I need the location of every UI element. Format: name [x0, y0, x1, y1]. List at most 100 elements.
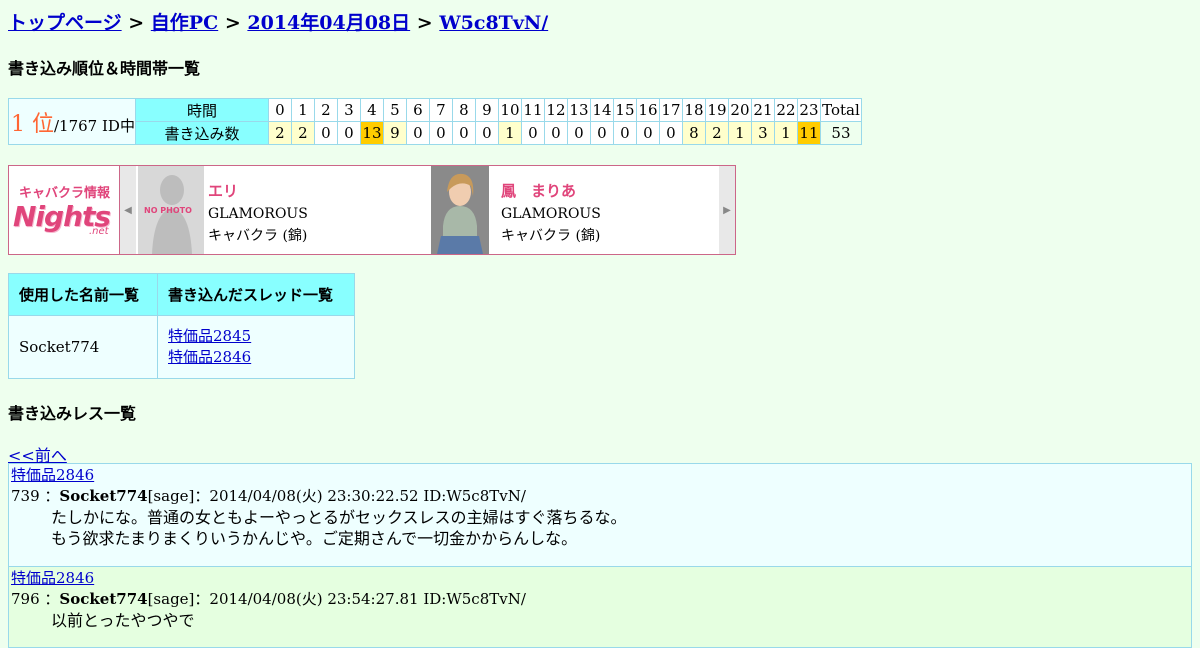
hour-cell: 8: [451, 98, 476, 122]
count-cell: 0: [589, 121, 614, 145]
hour-cell: 17: [658, 98, 683, 122]
count-cell: 1: [773, 121, 798, 145]
profile-photo-image: [431, 166, 489, 254]
ad-card-shop: GLAMOROUS: [208, 206, 308, 222]
count-cell: 0: [428, 121, 453, 145]
count-cell: 2: [267, 121, 292, 145]
breadcrumb-separator: >: [224, 12, 241, 34]
ad-card-shop: GLAMOROUS: [501, 206, 601, 222]
count-cell: 2: [704, 121, 729, 145]
ad-card-kind: キャバクラ (錦): [501, 228, 601, 244]
hour-cell: 23: [796, 98, 821, 122]
count-cell: 0: [520, 121, 545, 145]
post-line: たしかにな。普通の女ともよーやっとるがセックスレスの主婦はすぐ落ちるな。: [51, 508, 627, 527]
thread-link[interactable]: 特価品2845: [168, 327, 251, 345]
post-meta: [sage]：2014/04/08(火) 23:30:22.52 ID:W5c8…: [147, 487, 526, 505]
time-row-label: 時間: [134, 98, 269, 122]
post: 特価品2846 796 ：Socket774[sage]：2014/04/08(…: [8, 566, 1192, 648]
breadcrumb-top-link[interactable]: トップページ: [8, 12, 122, 34]
rank-number: 1 位: [11, 111, 54, 137]
hour-cell: 4: [359, 98, 384, 122]
used-name: Socket774: [8, 315, 158, 379]
logo-line3: .net: [89, 226, 109, 237]
count-cell: 9: [382, 121, 407, 145]
hour-cell: 0: [267, 98, 292, 122]
post-number: 739: [11, 487, 40, 505]
rank-total: /1767 ID中: [54, 116, 135, 135]
ad-card-name: エリ: [208, 182, 239, 200]
no-photo-label: NO PHOTO: [144, 206, 192, 215]
carousel-next-arrow[interactable]: ▶: [719, 166, 735, 254]
breadcrumb: トップページ > 自作PC > 2014年04月08日 > W5c8TvN/: [8, 8, 548, 35]
ad-banner[interactable]: キャバクラ情報 Nights .net ◀ NO PHOTO エリ GLAMOR…: [8, 165, 736, 255]
count-cell: 0: [543, 121, 568, 145]
count-cell: 8: [681, 121, 706, 145]
count-cell: 0: [635, 121, 660, 145]
count-row-label: 書き込み数: [134, 121, 269, 145]
hour-cell: 9: [474, 98, 499, 122]
count-cell: 0: [658, 121, 683, 145]
hour-cell: 21: [750, 98, 775, 122]
hour-cell: 13: [566, 98, 591, 122]
count-cell: 1: [727, 121, 752, 145]
post-thread-link[interactable]: 特価品2846: [11, 569, 94, 587]
hour-cell: 12: [543, 98, 568, 122]
ad-card-2[interactable]: 鳳 まりあ GLAMOROUS キャバクラ (錦): [431, 166, 717, 254]
post-number: 796: [11, 590, 40, 608]
thread-links: 特価品2845 特価品2846: [157, 315, 355, 379]
hour-cell: 10: [497, 98, 522, 122]
count-cell: 0: [612, 121, 637, 145]
breadcrumb-board-link[interactable]: 自作PC: [151, 12, 218, 34]
post-line: 以前とったやつやで: [51, 611, 195, 630]
rank-cell: 1 位/1767 ID中: [8, 98, 136, 145]
hour-cell: 18: [681, 98, 706, 122]
thread-link[interactable]: 特価品2846: [168, 348, 251, 366]
post: 特価品2846 739 ：Socket774[sage]：2014/04/08(…: [8, 463, 1192, 567]
count-cell: 11: [796, 121, 821, 145]
count-cell: 13: [359, 121, 384, 145]
hour-cell: 5: [382, 98, 407, 122]
breadcrumb-separator: >: [128, 12, 145, 34]
profile-photo: [431, 166, 497, 254]
post-author: Socket774: [59, 487, 148, 505]
post-body: 以前とったやつやで: [9, 610, 1191, 631]
responses-section-title: 書き込みレス一覧: [8, 404, 137, 423]
ad-card-1[interactable]: NO PHOTO エリ GLAMOROUS キャバクラ (錦): [138, 166, 430, 254]
post-body: たしかにな。普通の女ともよーやっとるがセックスレスの主婦はすぐ落ちるな。 もう欲…: [9, 507, 1191, 549]
count-cell: 0: [405, 121, 430, 145]
nights-logo[interactable]: キャバクラ情報 Nights .net: [9, 166, 120, 254]
hour-cell: 11: [520, 98, 545, 122]
post-thread-link[interactable]: 特価品2846: [11, 466, 94, 484]
carousel-prev-arrow[interactable]: ◀: [120, 166, 136, 254]
hourly-post-table: 1 位/1767 ID中 時間 0 1 2 3 4 5 6 7 8 9 10 1…: [8, 98, 862, 145]
count-cell: 2: [290, 121, 315, 145]
names-threads-table: 使用した名前一覧 書き込んだスレッド一覧 Socket774 特価品2845 特…: [8, 273, 355, 379]
total-count: 53: [819, 121, 862, 145]
hour-cell: 7: [428, 98, 453, 122]
post-line: もう欲求たまりまくりいうかんじや。ご定期さんで一切金かからんしな。: [51, 529, 578, 548]
hour-cell: 22: [773, 98, 798, 122]
hour-cell: 15: [612, 98, 637, 122]
breadcrumb-date-link[interactable]: 2014年04月08日: [247, 12, 410, 34]
breadcrumb-separator: >: [416, 12, 433, 34]
ranking-section-title: 書き込み順位＆時間帯一覧: [8, 59, 201, 78]
ad-card-kind: キャバクラ (錦): [208, 228, 308, 244]
count-cell: 0: [566, 121, 591, 145]
hour-cell: 19: [704, 98, 729, 122]
hour-cell: 14: [589, 98, 614, 122]
names-column-header: 使用した名前一覧: [8, 273, 158, 316]
hour-cell: 20: [727, 98, 752, 122]
breadcrumb-id-link[interactable]: W5c8TvN/: [439, 12, 548, 34]
count-cell: 0: [451, 121, 476, 145]
count-cell: 1: [497, 121, 522, 145]
hour-cell: 2: [313, 98, 338, 122]
post-author: Socket774: [59, 590, 148, 608]
post-header: 739 ：Socket774[sage]：2014/04/08(火) 23:30…: [11, 487, 526, 505]
ad-card-name: 鳳 まりあ: [501, 182, 577, 200]
threads-column-header: 書き込んだスレッド一覧: [157, 273, 355, 316]
hour-cell: 3: [336, 98, 361, 122]
total-header: Total: [819, 98, 862, 122]
logo-line1: キャバクラ情報: [19, 186, 111, 201]
no-photo-image: NO PHOTO: [138, 166, 204, 254]
hour-cell: 16: [635, 98, 660, 122]
